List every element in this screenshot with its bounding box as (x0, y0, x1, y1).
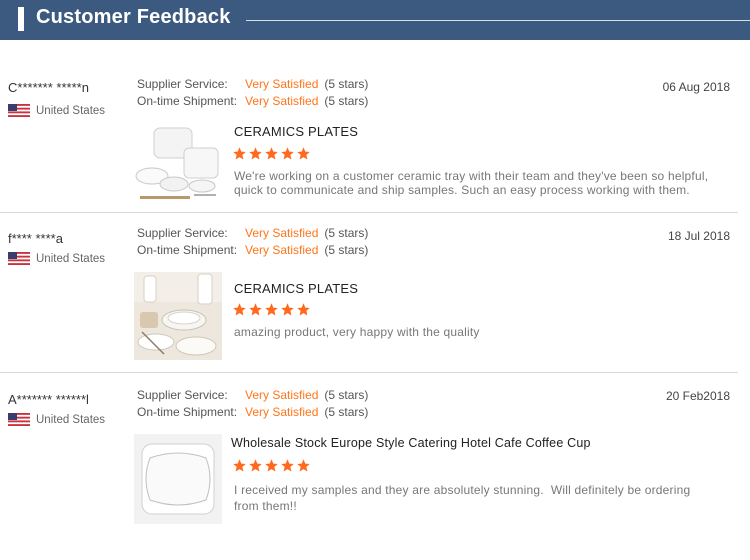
supplier-service-value: Very Satisfied (245, 77, 319, 91)
country-label: United States (36, 104, 106, 117)
star-icon (281, 303, 294, 316)
star-icon (297, 303, 310, 316)
country-label: United States (36, 413, 106, 426)
ontime-shipment-label: On-time Shipment: (137, 94, 238, 108)
supplier-service-stars: (5 stars) (324, 226, 369, 240)
product-star-rating (232, 146, 311, 161)
ratings-block: Supplier Service: Very Satisfied (5 stars)… (137, 387, 368, 421)
review-date: 20 Feb2018 (665, 389, 730, 403)
page-title: Customer Feedback (36, 6, 231, 28)
reviewer-country: United States (8, 252, 105, 265)
review-comment-line: I received my samples and they are absol… (234, 483, 691, 497)
ontime-shipment-label: On-time Shipment: (137, 405, 238, 419)
review-divider (0, 212, 738, 213)
ratings-block: Supplier Service: Very Satisfied (5 stars)… (137, 225, 368, 259)
review-comment-line: quick to communicate and ship samples. S… (234, 183, 690, 197)
ontime-shipment-row: On-time Shipment: Very Satisfied (5 stars) (137, 242, 368, 259)
supplier-service-value: Very Satisfied (245, 388, 319, 402)
header-divider-line (246, 20, 750, 21)
review-comment-line: We're working on a customer ceramic tray… (234, 169, 709, 183)
us-flag-icon (8, 413, 30, 426)
star-icon (281, 147, 294, 160)
review-date: 18 Jul 2018 (667, 229, 730, 243)
star-icon (233, 303, 246, 316)
review-comment-line: from them!! (234, 499, 297, 513)
product-title[interactable]: Wholesale Stock Europe Style Catering Ho… (231, 436, 591, 450)
product-thumbnail-image[interactable] (134, 434, 222, 524)
reviewer-name: A******* ******l (8, 392, 89, 407)
header-accent-bar (18, 7, 24, 31)
supplier-service-label: Supplier Service: (137, 388, 228, 402)
ontime-shipment-stars: (5 stars) (324, 405, 369, 419)
review-comment: I received my samples and they are absol… (234, 482, 690, 514)
review-divider (0, 372, 738, 373)
supplier-service-label: Supplier Service: (137, 226, 228, 240)
reviewer-country: United States (8, 413, 105, 426)
supplier-service-stars: (5 stars) (324, 388, 369, 402)
review-comment: amazing product, very happy with the qua… (234, 325, 480, 339)
review-comment: We're working on a customer ceramic tray… (234, 169, 708, 197)
supplier-service-stars: (5 stars) (324, 77, 369, 91)
country-label: United States (36, 252, 106, 265)
supplier-service-row: Supplier Service: Very Satisfied (5 stars) (137, 76, 368, 93)
star-icon (249, 459, 262, 472)
ontime-shipment-value: Very Satisfied (245, 243, 319, 257)
reviewer-name: C******* *****n (8, 80, 89, 95)
ontime-shipment-row: On-time Shipment: Very Satisfied (5 stars) (137, 93, 368, 110)
star-icon (297, 459, 310, 472)
supplier-service-label: Supplier Service: (137, 77, 228, 91)
supplier-service-row: Supplier Service: Very Satisfied (5 stars) (137, 387, 368, 404)
reviewer-name: f**** ****a (8, 231, 63, 246)
us-flag-icon (8, 104, 30, 117)
ontime-shipment-value: Very Satisfied (245, 405, 319, 419)
product-thumbnail-image[interactable] (134, 120, 224, 205)
ratings-block: Supplier Service: Very Satisfied (5 stars)… (137, 76, 368, 110)
ontime-shipment-value: Very Satisfied (245, 94, 319, 108)
ontime-shipment-stars: (5 stars) (324, 94, 369, 108)
star-icon (281, 459, 294, 472)
customer-feedback-header: Customer Feedback (0, 0, 750, 40)
review-comment-line: amazing product, very happy with the qua… (234, 325, 480, 339)
star-icon (249, 147, 262, 160)
star-icon (265, 459, 278, 472)
product-thumbnail-image[interactable] (134, 272, 222, 360)
ontime-shipment-label: On-time Shipment: (137, 243, 238, 257)
product-title[interactable]: CERAMICS PLATES (234, 281, 358, 296)
ontime-shipment-row: On-time Shipment: Very Satisfied (5 stars) (137, 404, 368, 421)
star-icon (265, 147, 278, 160)
product-star-rating (232, 458, 311, 473)
us-flag-icon (8, 252, 30, 265)
supplier-service-row: Supplier Service: Very Satisfied (5 stars) (137, 225, 368, 242)
review-date: 06 Aug 2018 (662, 80, 730, 94)
star-icon (249, 303, 262, 316)
supplier-service-value: Very Satisfied (245, 226, 319, 240)
star-icon (233, 459, 246, 472)
star-icon (265, 303, 278, 316)
star-icon (233, 147, 246, 160)
product-title[interactable]: CERAMICS PLATES (234, 124, 358, 139)
star-icon (297, 147, 310, 160)
ontime-shipment-stars: (5 stars) (324, 243, 369, 257)
reviewer-country: United States (8, 104, 105, 117)
product-star-rating (232, 302, 311, 317)
